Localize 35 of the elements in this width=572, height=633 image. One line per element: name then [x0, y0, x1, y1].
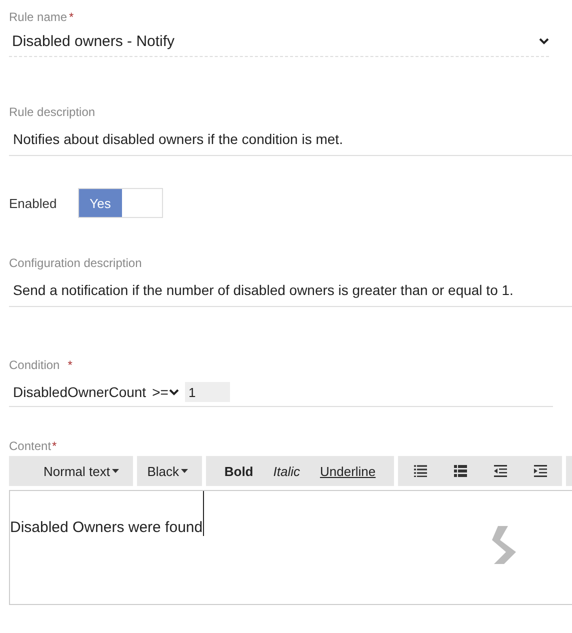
dropdown-button[interactable]: Normal text: [44, 464, 119, 478]
indent-icon: [534, 465, 546, 477]
field-label: Rule name: [9, 10, 68, 24]
condition-variable: DisabledOwnerCount: [13, 384, 146, 400]
outdent-icon: [494, 465, 506, 477]
caret-icon: [112, 469, 119, 473]
chevron-down-icon: [169, 388, 180, 396]
underline-button[interactable]: Underline: [320, 464, 376, 478]
bold-button[interactable]: Bold: [224, 464, 254, 478]
field-label: Rule description: [9, 105, 96, 119]
list-icon: [454, 465, 466, 477]
italic-button[interactable]: Italic: [273, 464, 300, 478]
rule-name-select[interactable]: Disabled owners - Notify: [9, 26, 549, 57]
description-field[interactable]: Notifies about disabled owners if the condition is met.: [9, 123, 572, 156]
field-label: Enabled: [9, 196, 57, 210]
required-mark: *: [69, 10, 74, 24]
toolbar-button[interactable]: [494, 465, 506, 477]
required-mark: *: [68, 358, 72, 372]
toolbar-button[interactable]: [454, 465, 466, 477]
editor-text: Disabled Owners were found: [10, 491, 204, 536]
field-label: Condition: [9, 358, 60, 372]
content-editor[interactable]: Disabled Owners were found: [9, 490, 572, 605]
description-field[interactable]: Send a notification if the number of disabled owners is greater than or equal to 1.: [9, 274, 572, 307]
required-mark: *: [52, 439, 57, 453]
list-icon: [414, 465, 426, 477]
field-label: Configuration description: [9, 256, 142, 270]
operator-select[interactable]: >=: [152, 384, 180, 400]
caret-icon: [181, 469, 188, 473]
toggle-switch[interactable]: Yes: [78, 188, 163, 218]
toolbar-button[interactable]: [534, 465, 546, 477]
dropdown-button[interactable]: Black: [147, 464, 188, 478]
chevron-down-icon: [539, 38, 549, 44]
field-label: Content: [9, 439, 52, 453]
toolbar-button[interactable]: [414, 465, 426, 477]
value-field[interactable]: 1: [185, 382, 230, 402]
